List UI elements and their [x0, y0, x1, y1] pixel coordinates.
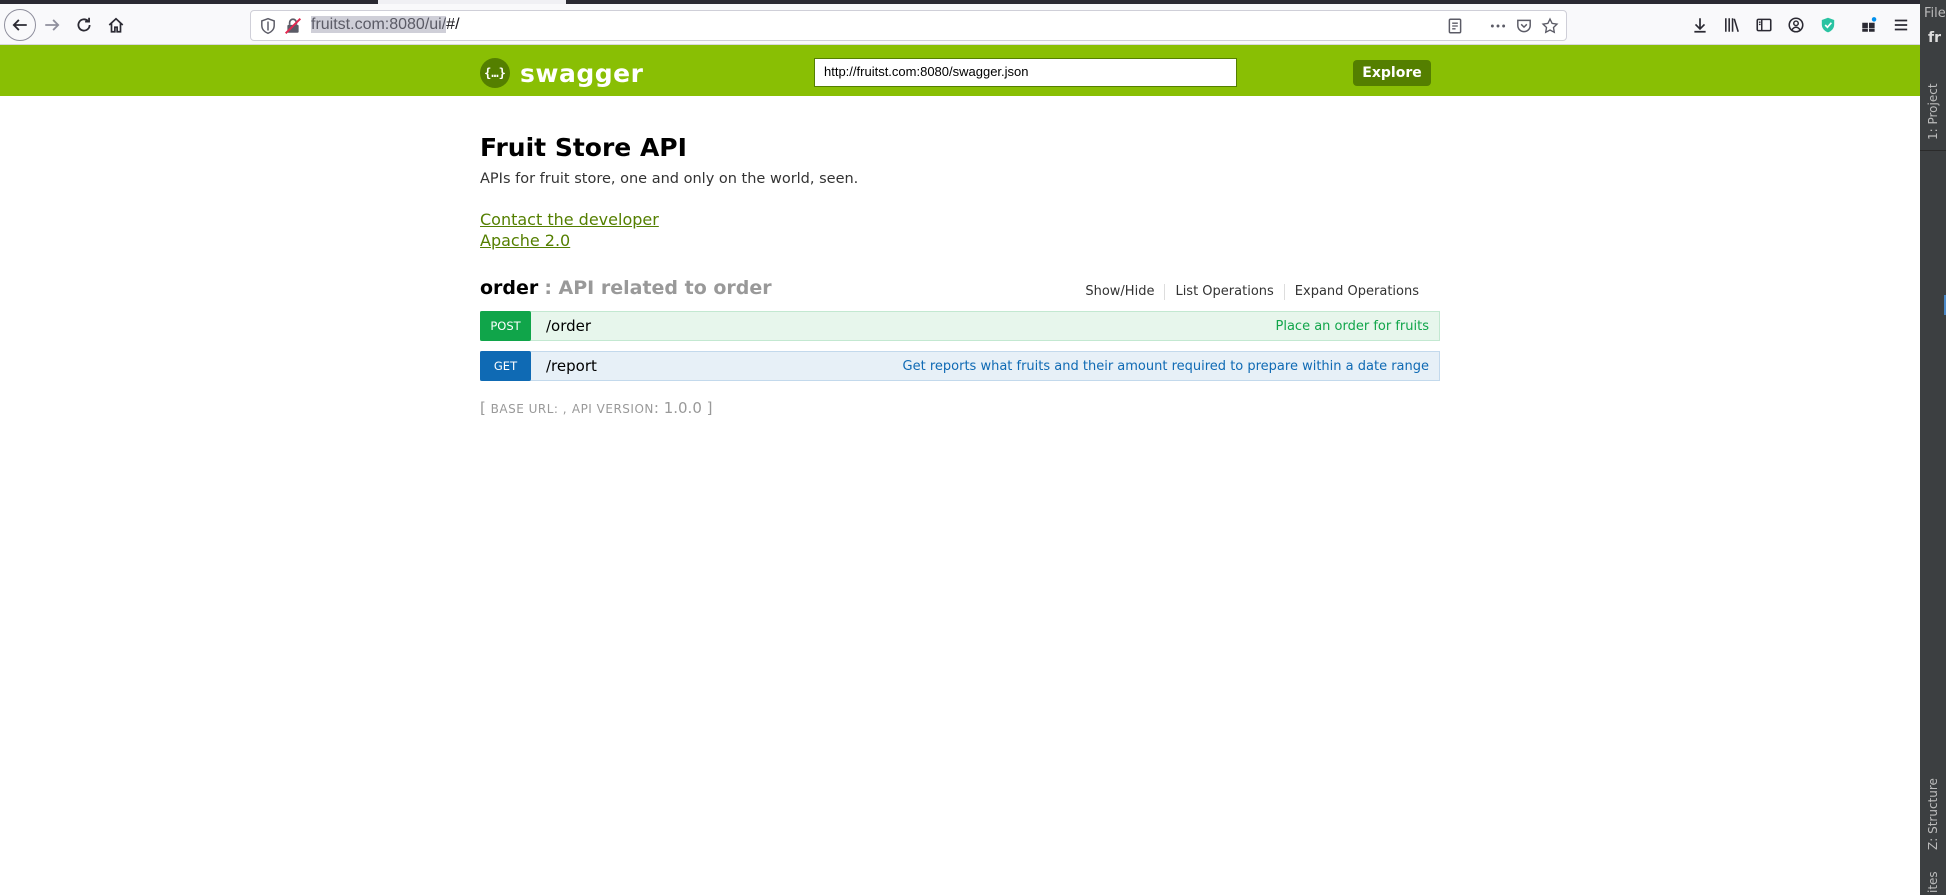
- download-icon: [1694, 18, 1706, 33]
- reload-button[interactable]: [68, 9, 100, 41]
- swagger-header: {…} swagger http://fruitst.com:8080/swag…: [0, 45, 1920, 96]
- base-url-value: : ,: [553, 402, 568, 416]
- library-icon: [1725, 18, 1739, 32]
- method-badge-post[interactable]: POST: [480, 311, 531, 341]
- resource-actions: Show/Hide List Operations Expand Operati…: [1075, 284, 1429, 300]
- url-hash-text: #/: [446, 16, 460, 33]
- method-badge-get[interactable]: GET: [480, 351, 531, 381]
- ide-divider: [1920, 150, 1946, 151]
- sidebar-icon: [1756, 18, 1772, 32]
- api-footer-info: [ Base URL: , API Version: 1.0.0 ]: [480, 399, 713, 417]
- account-icon: [1788, 17, 1804, 33]
- ide-favorites-tab[interactable]: ites: [1926, 871, 1940, 893]
- reader-view-icon[interactable]: [1446, 17, 1464, 35]
- menu-icon: [1894, 19, 1908, 31]
- reload-icon: [77, 17, 91, 32]
- forward-button[interactable]: [36, 9, 68, 41]
- ide-project-tab[interactable]: 1: Project: [1926, 83, 1940, 140]
- resource-name[interactable]: order: [480, 277, 538, 299]
- url-text[interactable]: fruitst.com:8080/ui/#/: [311, 16, 460, 34]
- extensions-button[interactable]: [1853, 9, 1885, 41]
- ide-editor-label: fr: [1928, 30, 1941, 46]
- menu-button[interactable]: [1885, 9, 1917, 41]
- insecure-lock-icon[interactable]: [284, 17, 302, 35]
- browser-toolbar: fruitst.com:8080/ui/#/: [0, 4, 1920, 45]
- account-button[interactable]: [1780, 9, 1812, 41]
- swagger-logo-icon: {…}: [480, 58, 510, 88]
- operation-get-report[interactable]: GET /report Get reports what fruits and …: [480, 351, 1440, 381]
- sidebar-button[interactable]: [1748, 9, 1780, 41]
- back-button[interactable]: [4, 9, 36, 41]
- expand-operations-link[interactable]: Expand Operations: [1285, 284, 1429, 300]
- footer-open-bracket: [: [480, 399, 486, 417]
- bookmark-star-icon[interactable]: [1541, 17, 1559, 35]
- url-bar[interactable]: fruitst.com:8080/ui/#/: [250, 10, 1567, 41]
- swagger-logo-text: swagger: [520, 58, 644, 88]
- operation-path[interactable]: /order: [546, 317, 591, 335]
- api-title: Fruit Store API: [480, 133, 687, 162]
- operation-summary[interactable]: Place an order for fruits: [1276, 319, 1429, 334]
- resource-description: : API related to order: [544, 277, 772, 299]
- forward-icon: [45, 19, 60, 31]
- home-button[interactable]: [100, 9, 132, 41]
- swagger-logo[interactable]: {…} swagger: [480, 58, 643, 88]
- back-icon: [12, 19, 27, 31]
- ide-structure-tab[interactable]: Z: Structure: [1926, 778, 1940, 850]
- extension-shield-icon: [1821, 17, 1835, 33]
- api-url-input[interactable]: http://fruitst.com:8080/swagger.json: [814, 58, 1237, 87]
- show-hide-link[interactable]: Show/Hide: [1075, 284, 1166, 300]
- license-link[interactable]: Apache 2.0: [480, 231, 570, 250]
- home-icon: [108, 17, 124, 33]
- shield-icon[interactable]: [259, 17, 277, 35]
- ide-side-panel: File fr 1: Project Z: Structure ites: [1920, 0, 1946, 895]
- base-url-label: Base URL: [490, 402, 554, 416]
- api-version-value: : 1.0.0: [653, 399, 702, 417]
- contact-developer-link[interactable]: Contact the developer: [480, 210, 659, 229]
- ide-file-menu[interactable]: File: [1924, 6, 1946, 21]
- operation-post-order[interactable]: POST /order Place an order for fruits: [480, 311, 1440, 341]
- extensions-icon: [1862, 17, 1877, 32]
- url-selected-text: fruitst.com:8080/ui/: [311, 16, 447, 33]
- download-button[interactable]: [1684, 9, 1716, 41]
- pocket-icon[interactable]: [1515, 17, 1533, 35]
- api-description: APIs for fruit store, one and only on th…: [480, 171, 859, 187]
- api-version-label: API Version: [571, 402, 654, 416]
- library-button[interactable]: [1716, 9, 1748, 41]
- operation-summary[interactable]: Get reports what fruits and their amount…: [903, 359, 1429, 374]
- footer-close-bracket: ]: [706, 399, 713, 417]
- operation-path[interactable]: /report: [546, 357, 597, 375]
- resource-heading[interactable]: order : API related to order: [480, 277, 772, 299]
- more-icon[interactable]: [1489, 17, 1507, 35]
- explore-button[interactable]: Explore: [1353, 60, 1431, 86]
- list-operations-link[interactable]: List Operations: [1165, 284, 1285, 300]
- extension-shield-button[interactable]: [1812, 9, 1844, 41]
